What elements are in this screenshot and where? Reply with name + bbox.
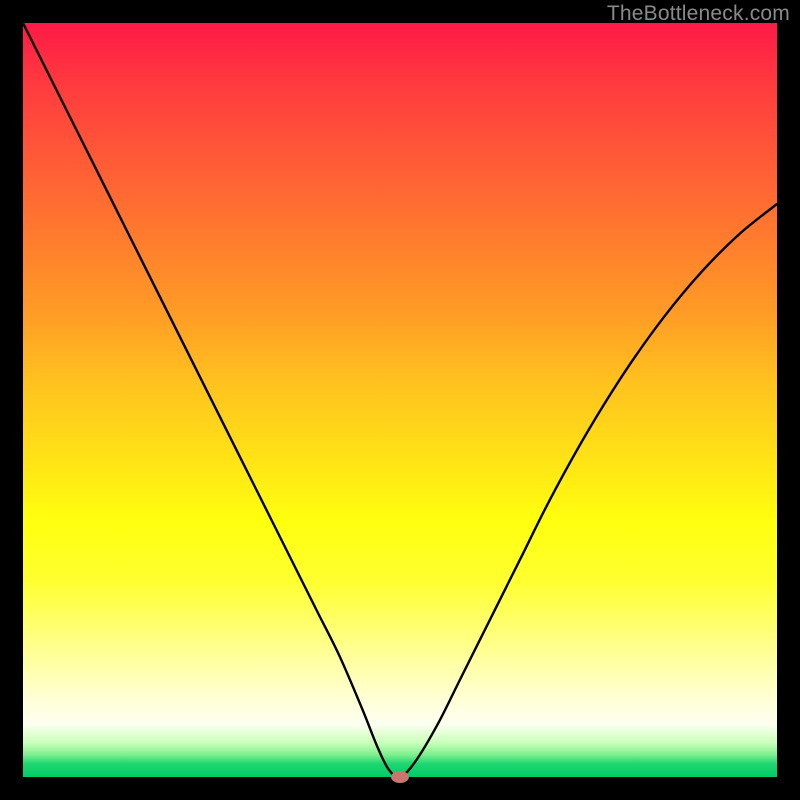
chart-frame: TheBottleneck.com xyxy=(0,0,800,800)
watermark-text: TheBottleneck.com xyxy=(607,2,790,26)
plot-area xyxy=(23,23,777,777)
optimum-marker xyxy=(391,771,409,783)
bottleneck-curve xyxy=(23,23,777,777)
